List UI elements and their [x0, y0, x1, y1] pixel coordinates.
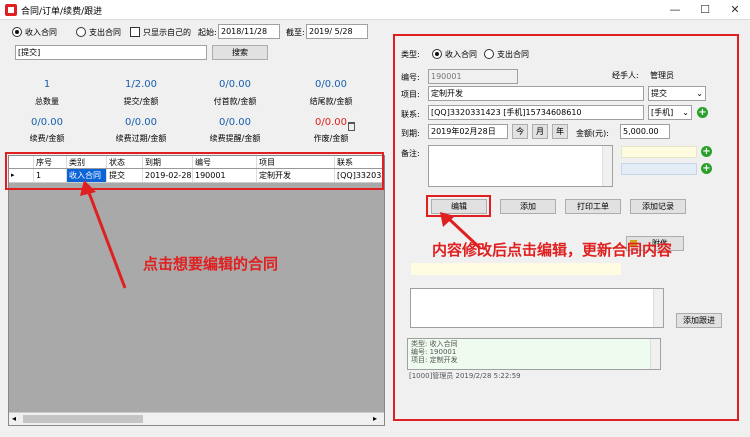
month-button[interactable]: 月 [532, 124, 548, 139]
end-date-picker[interactable]: 2019/ 5/28 [306, 24, 368, 39]
start-date-picker[interactable]: 2018/11/28 [218, 24, 280, 39]
horizontal-scrollbar[interactable]: ◂ ▸ [9, 412, 384, 425]
followup-type-field[interactable] [411, 263, 621, 275]
stat-renewal-reminder-value: 0/0.00 [219, 117, 251, 128]
add-contact-icon[interactable]: + [697, 107, 708, 118]
stat-total-value: 1 [43, 79, 51, 90]
minimize-icon[interactable]: — [660, 0, 690, 20]
note-textarea[interactable] [428, 145, 613, 187]
code-label: 编号: [401, 73, 420, 82]
scroll-thumb[interactable] [23, 415, 143, 423]
search-input[interactable]: [提交] [15, 45, 207, 60]
left-arrow-icon [80, 180, 127, 289]
status-select[interactable]: 提交 ⌄ [648, 86, 706, 101]
handler-value: 管理员 [650, 71, 674, 80]
amount-label: 金额(元): [576, 129, 609, 138]
project-label: 项目: [401, 90, 420, 99]
status-select-value: 提交 [651, 89, 667, 98]
only-mine-label: 只显示自己的 [143, 28, 191, 37]
log-line: 类型: 收入合同 [411, 340, 458, 348]
followup-log: 类型: 收入合同 编号: 190001 项目: 定制开发 [407, 338, 661, 370]
add-extra-2-icon[interactable]: + [701, 163, 712, 174]
log-footer: [1000]管理员 2019/2/28 5:22:59 [409, 372, 521, 380]
income-contract-label: 收入合同 [25, 28, 57, 37]
expense-contract-label: 支出合同 [89, 28, 121, 37]
type-income-radio[interactable] [432, 49, 442, 59]
stat-void-value: 0/0.00 [315, 117, 347, 128]
income-contract-radio[interactable] [12, 27, 22, 37]
contact-input[interactable]: [QQ]3320331423 [手机]15734608610 [428, 105, 644, 120]
due-date-picker[interactable]: 2019年02月28日 [428, 124, 508, 139]
today-button[interactable]: 今 [512, 124, 528, 139]
stat-submitted-label: 提交/金额 [123, 97, 159, 106]
chevron-down-icon: ⌄ [696, 89, 703, 98]
stat-final-payment-label: 结尾款/金额 [309, 97, 353, 106]
chevron-down-icon: ⌄ [682, 108, 689, 117]
project-input[interactable]: 定制开发 [428, 86, 644, 101]
log-line: 项目: 定制开发 [411, 356, 458, 364]
handler-label: 经手人: [612, 71, 639, 80]
contracts-table: 序号 类别 状态 到期 编号 项目 联系 ▸ 1 收入合同 提交 2019-02… [8, 155, 385, 426]
contact-type-select[interactable]: [手机] ⌄ [648, 105, 692, 120]
start-date-label: 起始: [198, 28, 217, 37]
stat-void-label: 作废/金额 [313, 134, 349, 143]
add-followup-button[interactable]: 添加跟进 [676, 313, 722, 328]
followup-textarea[interactable] [410, 288, 664, 328]
app-icon [5, 4, 17, 16]
stat-first-payment-label: 付首款/金额 [213, 97, 257, 106]
search-button[interactable]: 搜索 [212, 45, 268, 60]
stat-renewal-value: 0/0.00 [31, 117, 63, 128]
trash-icon[interactable] [348, 122, 355, 131]
stat-renewal-label: 续费/金额 [29, 134, 65, 143]
stat-first-payment-value: 0/0.00 [219, 79, 251, 90]
type-label: 类型: [401, 50, 420, 59]
expense-contract-radio[interactable] [76, 27, 86, 37]
stat-renewal-reminder-label: 续费提醒/金额 [209, 134, 261, 143]
note-scrollbar[interactable] [602, 146, 612, 186]
title-bar: 合同/订单/续费/跟进 — ☐ ✕ [0, 0, 750, 20]
contact-label: 联系: [401, 110, 420, 119]
add-extra-1-icon[interactable]: + [701, 146, 712, 157]
log-line: 编号: 190001 [411, 348, 457, 356]
window-title: 合同/订单/续费/跟进 [21, 7, 103, 17]
scroll-right-icon[interactable]: ▸ [373, 414, 377, 423]
add-record-button[interactable]: 添加记录 [630, 199, 686, 214]
log-scrollbar[interactable] [650, 339, 660, 369]
table-highlight-box [5, 152, 384, 190]
scroll-left-icon[interactable]: ◂ [12, 414, 16, 423]
amount-input[interactable]: 5,000.00 [620, 124, 670, 139]
print-order-button[interactable]: 打印工单 [565, 199, 621, 214]
note-label: 备注: [401, 149, 420, 158]
stat-submitted-value: 1/2.00 [125, 79, 157, 90]
extra-field-2[interactable] [621, 163, 697, 175]
followup-scrollbar[interactable] [653, 289, 663, 327]
type-expense-radio[interactable] [484, 49, 494, 59]
stat-total-label: 总数量 [35, 97, 59, 106]
code-field: 190001 [428, 69, 518, 84]
close-icon[interactable]: ✕ [720, 0, 750, 20]
stat-renewal-expired-label: 续费过期/金额 [115, 134, 167, 143]
add-button[interactable]: 添加 [500, 199, 556, 214]
right-annotation: 内容修改后点击编辑，更新合同内容 [432, 241, 673, 259]
only-mine-checkbox[interactable] [130, 27, 140, 37]
extra-field-1[interactable] [621, 146, 697, 158]
stat-renewal-expired-value: 0/0.00 [125, 117, 157, 128]
left-annotation: 点击想要编辑的合同 [143, 255, 279, 273]
type-expense-label: 支出合同 [497, 50, 529, 59]
year-button[interactable]: 年 [552, 124, 568, 139]
contact-type-value: [手机] [651, 108, 674, 117]
type-income-label: 收入合同 [445, 50, 477, 59]
due-label: 到期: [401, 129, 420, 138]
end-date-label: 截至: [286, 28, 305, 37]
maximize-icon[interactable]: ☐ [690, 0, 720, 20]
stat-final-payment-value: 0/0.00 [315, 79, 347, 90]
